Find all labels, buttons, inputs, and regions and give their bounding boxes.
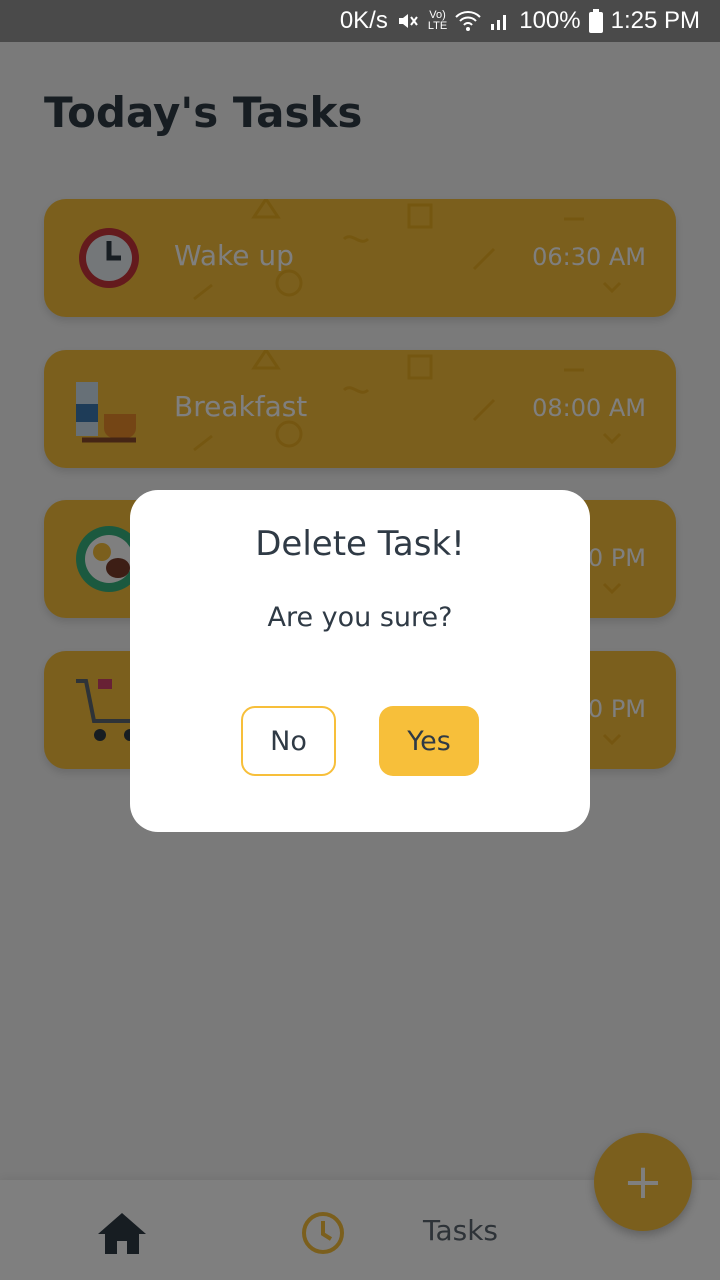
- network-speed: 0K/s: [339, 7, 388, 34]
- volte-icon: Vo) LTE: [427, 9, 448, 32]
- dialog-message: Are you sure?: [267, 602, 453, 633]
- signal-icon: [489, 10, 511, 32]
- dialog-title: Delete Task!: [255, 524, 465, 564]
- delete-task-dialog: Delete Task! Are you sure? No Yes: [130, 490, 590, 832]
- yes-button[interactable]: Yes: [379, 706, 479, 776]
- battery-percent: 100%: [519, 7, 581, 34]
- wifi-icon: [455, 10, 481, 32]
- battery-icon: [588, 9, 603, 33]
- status-bar: 0K/s Vo) LTE 100% 1:25 PM: [0, 0, 720, 42]
- mute-icon: [396, 9, 420, 33]
- clock-time: 1:25 PM: [610, 7, 700, 34]
- no-button[interactable]: No: [241, 706, 336, 776]
